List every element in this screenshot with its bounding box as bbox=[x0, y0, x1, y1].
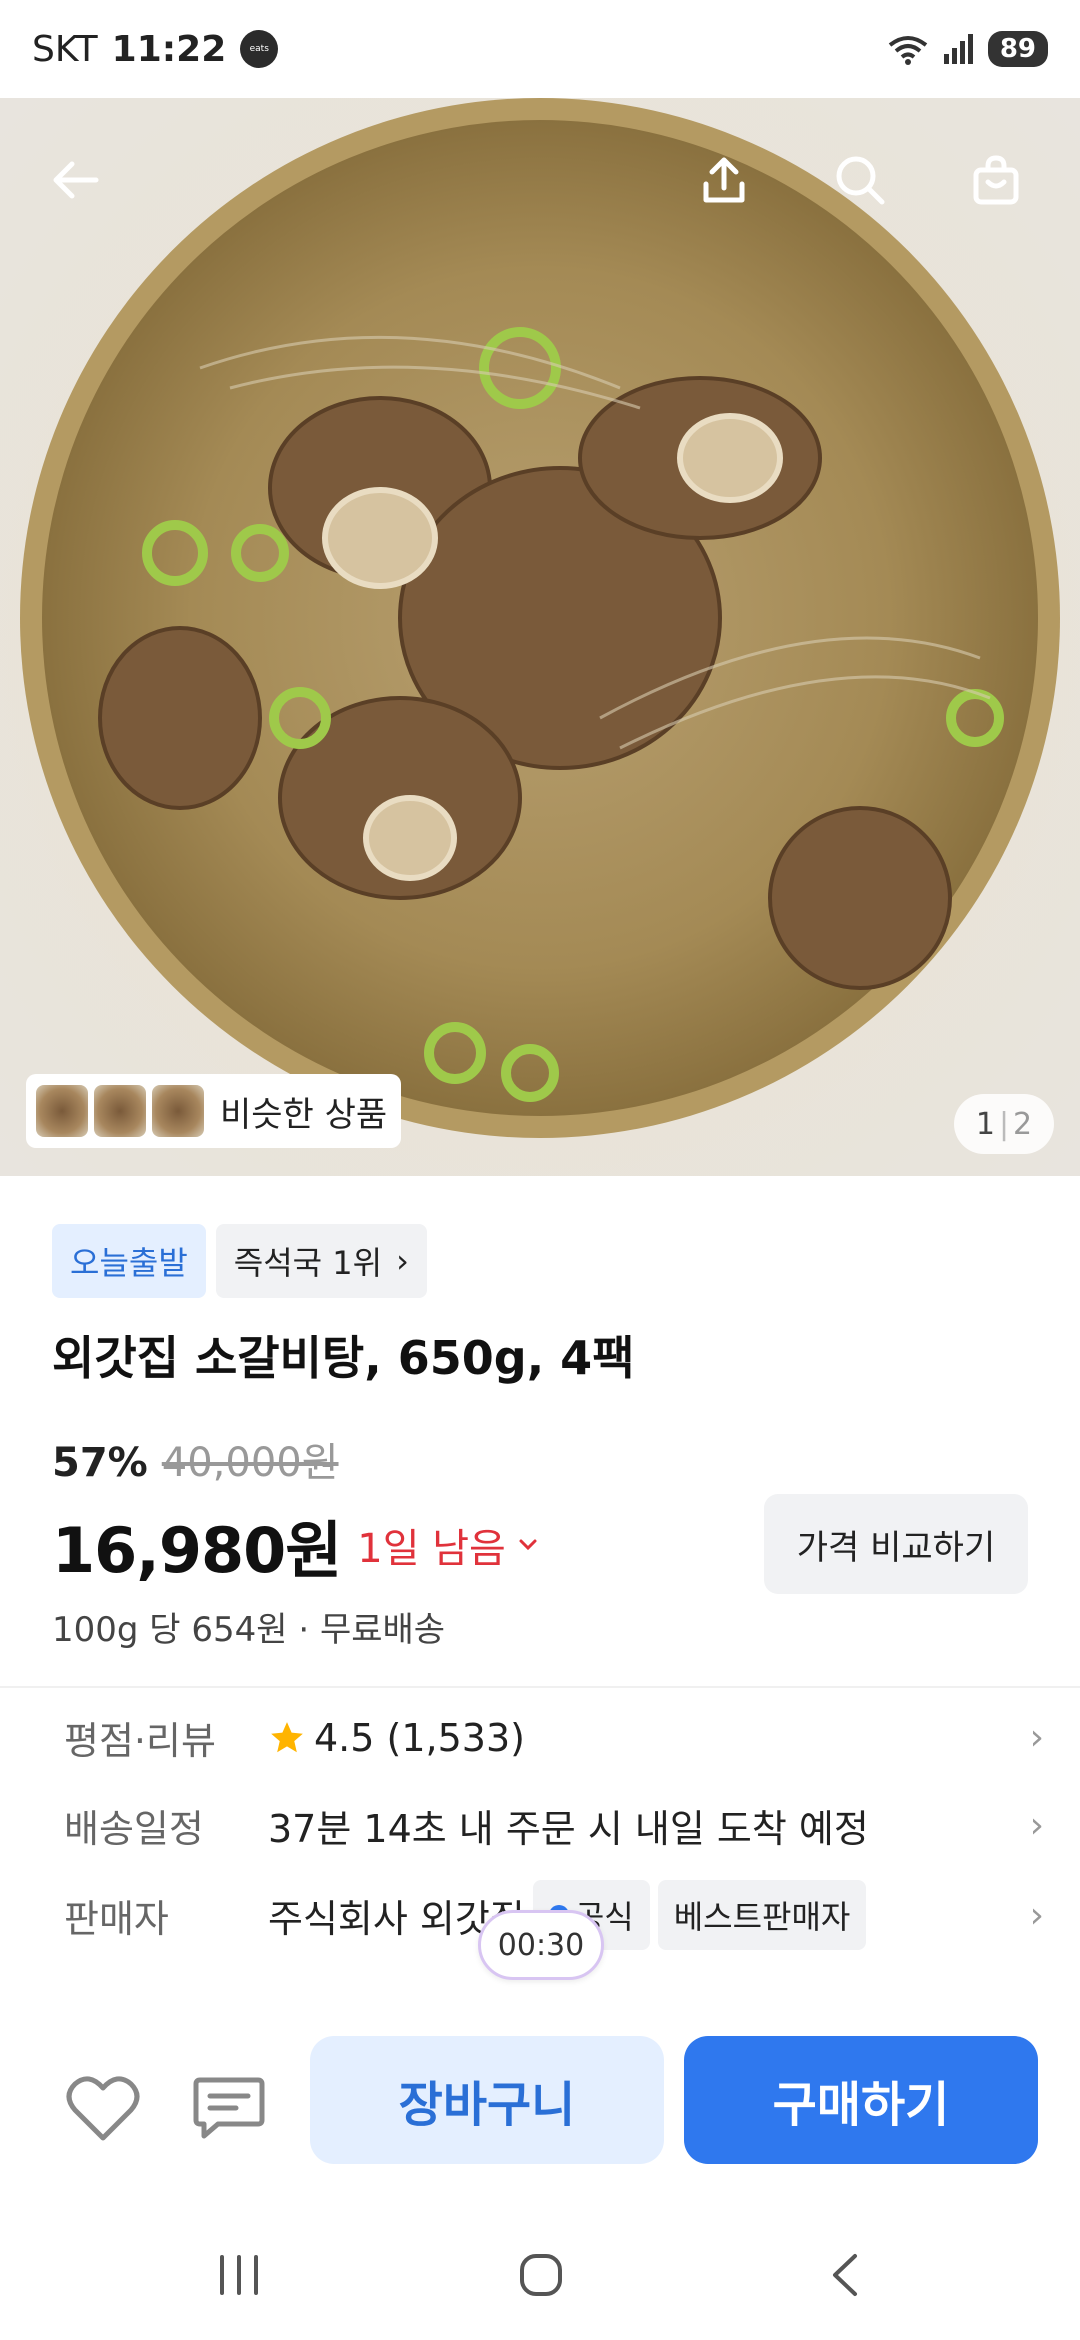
system-nav-bar bbox=[0, 2210, 1080, 2340]
share-icon bbox=[703, 157, 745, 203]
shipping-row[interactable]: 배송일정 37분 14초 내 주문 시 내일 도착 예정 › bbox=[64, 1798, 1044, 1853]
similar-thumb bbox=[152, 1085, 204, 1137]
buy-now-button[interactable]: 구매하기 bbox=[684, 2036, 1038, 2164]
rating-value: 4.5 (1,533) bbox=[314, 1715, 525, 1760]
status-bar: SKT 11:22 eats 89 bbox=[0, 0, 1080, 98]
chevron-right-icon: › bbox=[1029, 1894, 1044, 1936]
chevron-down-icon bbox=[519, 1539, 537, 1551]
heart-icon bbox=[66, 2076, 140, 2141]
similar-products-label: 비슷한 상품 bbox=[220, 1094, 388, 1135]
status-left: SKT 11:22 eats bbox=[32, 28, 279, 70]
section-divider bbox=[0, 1686, 1080, 1688]
chat-icon bbox=[193, 2077, 265, 2139]
app-notification-icon: eats bbox=[240, 30, 279, 68]
status-right: 89 bbox=[886, 31, 1048, 67]
home-button[interactable] bbox=[496, 2230, 586, 2320]
rating-label: 평점·리뷰 bbox=[64, 1719, 216, 1763]
similar-thumb bbox=[94, 1085, 146, 1137]
bottom-action-bar: 장바구니 구매하기 bbox=[0, 2020, 1080, 2180]
discount-rate: 57% bbox=[52, 1440, 148, 1486]
remaining-label: 1일 남음 bbox=[357, 1526, 506, 1572]
home-icon bbox=[520, 2254, 562, 2296]
signal-icon bbox=[943, 34, 973, 64]
recent-apps-button[interactable] bbox=[194, 2230, 284, 2320]
add-to-cart-button[interactable]: 장바구니 bbox=[310, 2036, 664, 2164]
category-rank-badge[interactable]: 즉석국 1위 › bbox=[215, 1224, 427, 1298]
inquiry-button[interactable] bbox=[184, 2064, 274, 2154]
wifi-icon bbox=[888, 36, 928, 65]
chevron-right-icon: › bbox=[1029, 1717, 1044, 1758]
recent-apps-icon bbox=[220, 2255, 258, 2295]
today-ship-badge: 오늘출발 bbox=[52, 1224, 206, 1298]
carrier-label: SKT bbox=[32, 28, 98, 70]
back-nav-icon bbox=[833, 2254, 857, 2296]
discount-row: 57% 40,000원 bbox=[52, 1430, 339, 1488]
seller-value-wrap: 주식회사 외갓집 공식 베스트판매자 bbox=[268, 1880, 1030, 1950]
status-time: 11:22 bbox=[111, 28, 227, 70]
rating-row[interactable]: 평점·리뷰 4.5 (1,533) › bbox=[64, 1710, 1044, 1765]
unit-price-info: 100g 당 654원 · 무료배송 bbox=[52, 1610, 446, 1650]
wishlist-button[interactable] bbox=[58, 2064, 148, 2154]
chevron-right-icon: › bbox=[1029, 1805, 1044, 1846]
pager-separator: | bbox=[998, 1106, 1010, 1142]
back-button[interactable] bbox=[36, 140, 116, 220]
seller-label: 판매자 bbox=[64, 1896, 169, 1941]
remaining-time-dropdown[interactable]: 1일 남음 bbox=[357, 1516, 540, 1574]
similar-products-button[interactable]: 비슷한 상품 bbox=[26, 1074, 402, 1148]
cart-shortcut-button[interactable] bbox=[956, 140, 1036, 220]
shopping-bag-icon bbox=[973, 155, 1019, 205]
original-price: 40,000원 bbox=[161, 1440, 339, 1486]
image-pager: 1 | 2 bbox=[954, 1094, 1054, 1154]
price-row: 16,980원 1일 남음 bbox=[52, 1500, 540, 1590]
product-badges: 오늘출발 즉석국 1위 › bbox=[52, 1224, 427, 1298]
shipping-label: 배송일정 bbox=[64, 1807, 204, 1851]
shipping-value: 37분 14초 내 주문 시 내일 도착 예정 bbox=[268, 1807, 869, 1851]
chevron-right-icon: › bbox=[396, 1242, 409, 1280]
back-arrow-icon bbox=[53, 161, 99, 199]
pager-total: 2 bbox=[1013, 1106, 1033, 1142]
sale-price: 16,980원 bbox=[52, 1514, 342, 1587]
best-seller-tag: 베스트판매자 bbox=[657, 1880, 867, 1950]
star-icon bbox=[271, 1721, 303, 1752]
food-illustration bbox=[20, 98, 1060, 1138]
search-icon bbox=[836, 156, 885, 205]
product-hero-image[interactable]: 비슷한 상품 1 | 2 bbox=[0, 98, 1080, 1176]
floating-timer[interactable]: 00:30 bbox=[478, 1910, 604, 1980]
search-button[interactable] bbox=[820, 140, 900, 220]
battery-indicator: 89 bbox=[987, 31, 1048, 67]
price-compare-button[interactable]: 가격 비교하기 bbox=[764, 1494, 1028, 1594]
back-nav-button[interactable] bbox=[800, 2230, 890, 2320]
product-title: 외갓집 소갈비탕, 650g, 4팩 bbox=[52, 1331, 635, 1385]
share-button[interactable] bbox=[684, 140, 764, 220]
similar-thumb bbox=[36, 1085, 88, 1137]
rank-label: 즉석국 1위 bbox=[233, 1244, 383, 1282]
pager-current: 1 bbox=[975, 1106, 995, 1142]
rating-value-wrap: 4.5 (1,533) bbox=[268, 1716, 1030, 1760]
